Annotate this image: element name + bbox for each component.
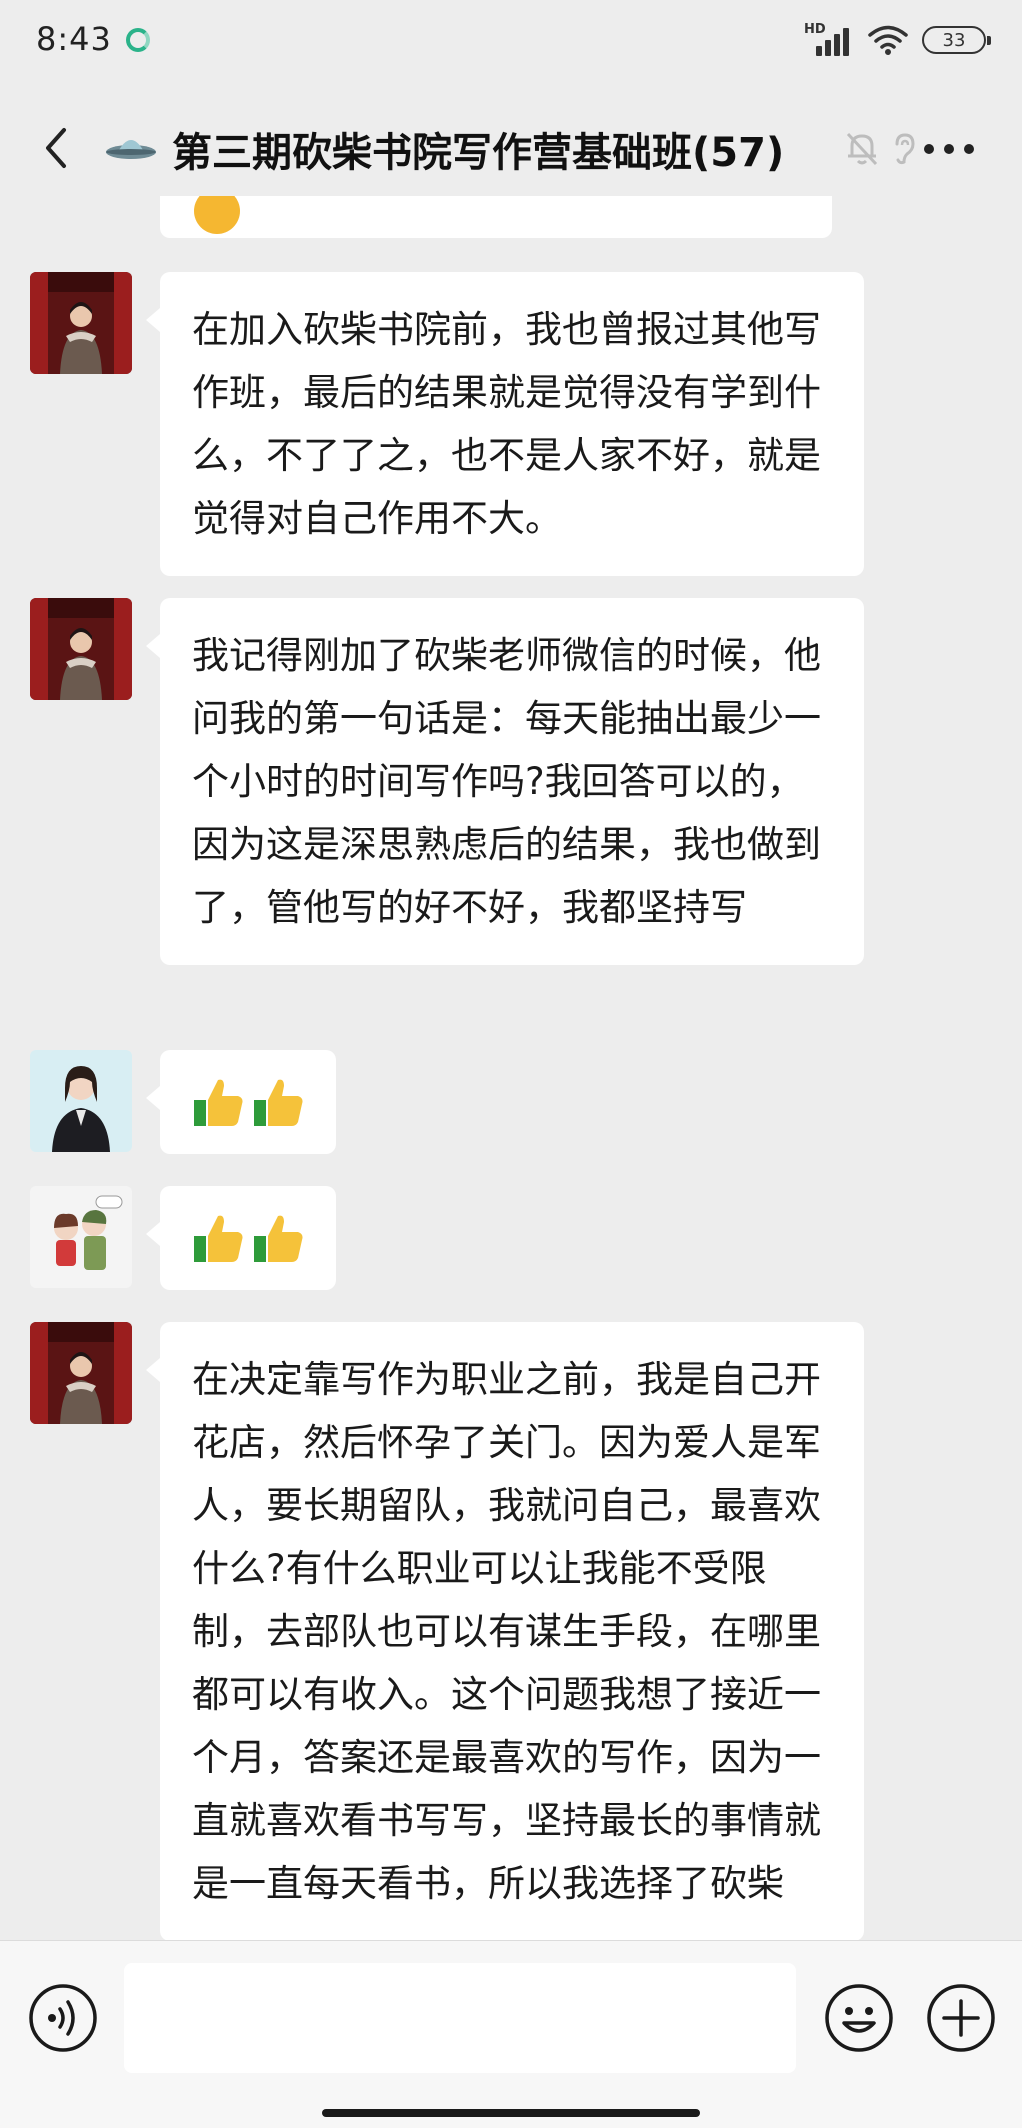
ufo-icon (106, 140, 156, 159)
battery-level: 33 (942, 29, 966, 51)
home-indicator[interactable] (322, 2109, 700, 2117)
avatar-member-cartoon[interactable] (30, 1186, 132, 1288)
status-bar: 8:43 HD 33 (0, 0, 1022, 84)
partial-message-bubble[interactable] (160, 196, 832, 238)
cellular-signal-icon: HD (804, 22, 854, 58)
smile-emoji-icon (194, 196, 240, 234)
back-icon[interactable] (32, 120, 82, 176)
ear-icon (895, 133, 915, 165)
message-bubble[interactable]: 在决定靠写作为职业之前，我是自己开花店，然后怀孕了关门。因为爱人是军人，要长期留… (146, 1322, 864, 1940)
network-badge: HD (804, 22, 826, 37)
avatar-member-red-gate[interactable] (30, 272, 132, 374)
voice-icon[interactable] (28, 1983, 98, 2053)
message-text: 在加入砍柴书院前，我也曾报过其他写作班，最后的结果就是觉得没有学到什么，不了了之… (192, 308, 821, 540)
mute-bell-icon (846, 132, 878, 166)
thumbs-up-icon (254, 1079, 303, 1126)
input-bar (0, 1940, 1022, 2128)
thumbs-up-icon (194, 1079, 243, 1126)
chat-header: 第三期砍柴书院写作营基础班(57) (0, 100, 1022, 196)
sync-app-icon (126, 28, 150, 52)
emoji-face-icon[interactable] (824, 1983, 894, 2053)
avatar-member-red-gate[interactable] (30, 598, 132, 700)
message-list[interactable]: 在加入砍柴书院前，我也曾报过其他写作班，最后的结果就是觉得没有学到什么，不了了之… (0, 196, 1022, 1940)
message-input[interactable] (124, 1963, 796, 2073)
chat-title[interactable]: 第三期砍柴书院写作营基础班(57) (172, 120, 784, 178)
thumbs-up-icon (194, 1215, 243, 1262)
message-bubble[interactable]: 在加入砍柴书院前，我也曾报过其他写作班，最后的结果就是觉得没有学到什么，不了了之… (146, 272, 864, 576)
avatar-member-red-gate[interactable] (30, 1322, 132, 1424)
thumbs-up-icon (254, 1215, 303, 1262)
status-indicators: HD 33 (804, 22, 991, 58)
message-text: 我记得刚加了砍柴老师微信的时候，他问我的第一句话是：每天能抽出最少一个小时的时间… (192, 634, 821, 929)
battery-icon: 33 (922, 26, 991, 54)
status-time: 8:43 (36, 20, 112, 58)
message-bubble[interactable]: 我记得刚加了砍柴老师微信的时候，他问我的第一句话是：每天能抽出最少一个小时的时间… (146, 598, 864, 965)
chat-screen: 8:43 HD 33 第三期砍柴书院写作营基础班(57) 在加入砍柴书院前，我也… (0, 0, 1022, 2128)
wifi-icon (868, 25, 908, 55)
avatar-member-portrait[interactable] (30, 1050, 132, 1152)
message-text: 在决定靠写作为职业之前，我是自己开花店，然后怀孕了关门。因为爱人是军人，要长期留… (192, 1358, 821, 1905)
message-bubble[interactable] (146, 1050, 336, 1154)
more-icon[interactable] (924, 144, 974, 156)
message-bubble[interactable] (146, 1186, 336, 1290)
plus-icon[interactable] (926, 1983, 996, 2053)
